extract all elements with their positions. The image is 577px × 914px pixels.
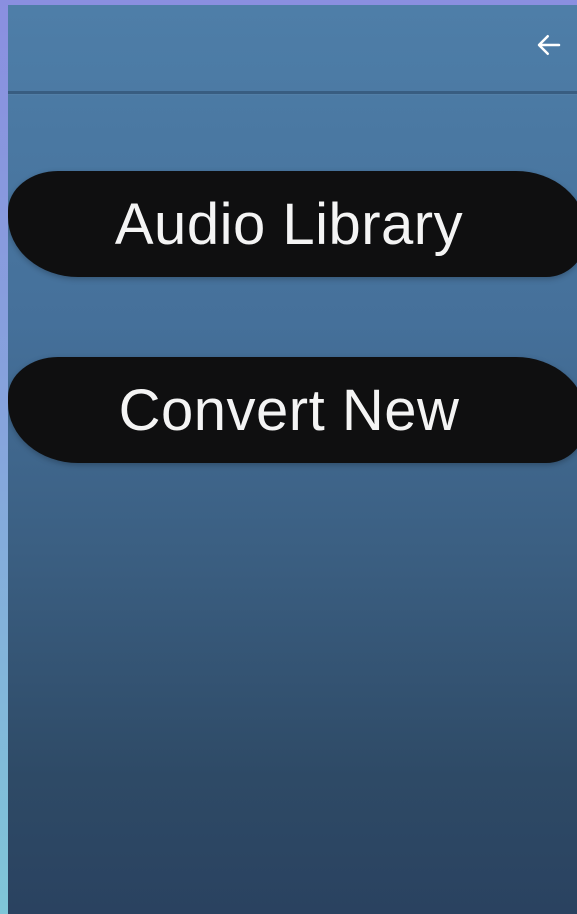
- convert-new-button[interactable]: Convert New: [8, 357, 577, 463]
- app-screen: Audio Library Convert New: [8, 5, 577, 914]
- audio-library-label: Audio Library: [114, 191, 464, 257]
- convert-new-label: Convert New: [118, 377, 460, 443]
- app-bar: [8, 5, 577, 94]
- audio-library-button[interactable]: Audio Library: [8, 171, 577, 277]
- arrow-left-icon: [537, 35, 561, 55]
- back-button[interactable]: [531, 27, 567, 63]
